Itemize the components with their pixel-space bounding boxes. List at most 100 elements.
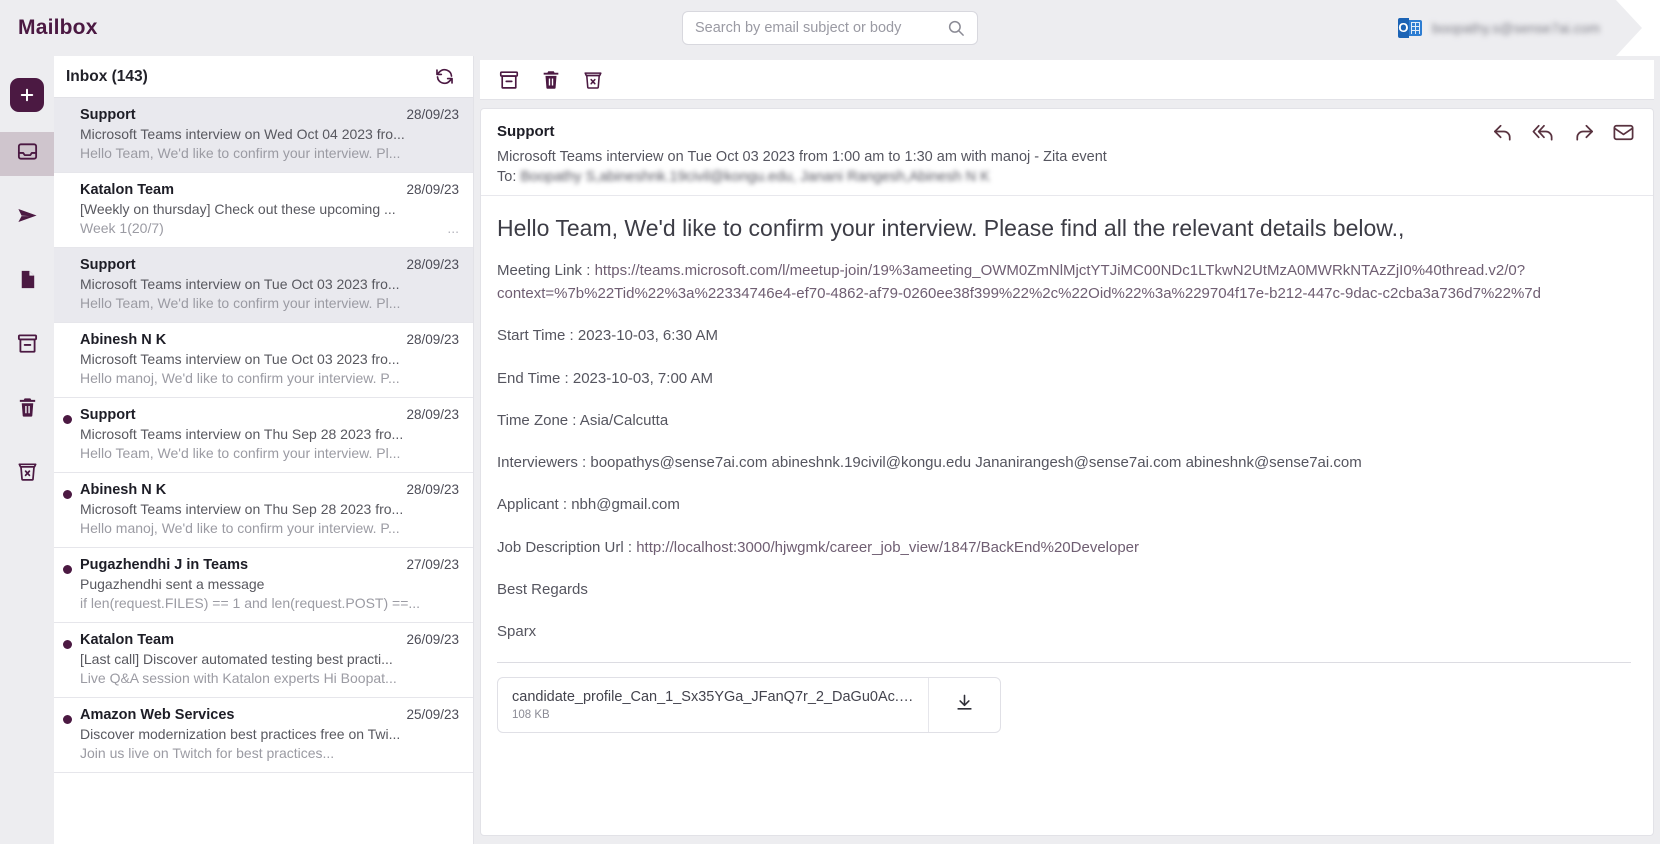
search-input[interactable] (695, 20, 947, 36)
email-subject: Microsoft Teams interview on Tue Oct 03 … (80, 351, 400, 367)
sidebar-item-sent[interactable] (0, 196, 54, 240)
left-rail (0, 56, 54, 844)
email-preview: Hello manoj, We'd like to confirm your i… (80, 520, 459, 536)
sidebar-item-archive[interactable] (0, 324, 54, 368)
reading-card: Support Microsoft Teams interview on Tue… (480, 108, 1654, 836)
reply-all-button[interactable] (1532, 121, 1555, 144)
email-preview: Join us live on Twitch for best practice… (80, 745, 459, 761)
job-url-label: Job Description Url : (497, 538, 633, 556)
email-subject: Discover modernization best practices fr… (80, 726, 401, 742)
job-url[interactable]: http://localhost:3000/hjwgmk/career_job_… (636, 539, 1139, 556)
email-list-item[interactable]: Abinesh N K 28/09/23 Microsoft Teams inter… (54, 473, 473, 548)
junk-icon (16, 460, 39, 488)
unread-indicator (63, 715, 72, 724)
email-list-item[interactable]: Support 28/09/23 Microsoft Teams interview… (54, 248, 473, 323)
download-button[interactable] (928, 678, 1000, 733)
email-sender: Abinesh N K (80, 482, 167, 498)
email-subject: Pugazhendhi sent a message (80, 576, 265, 592)
to-recipients: Boopathy S,abineshnk.19civil@kongu.edu, … (520, 169, 990, 185)
email-date: 28/09/23 (406, 107, 459, 122)
email-list-header: Inbox (143) (54, 56, 473, 98)
to-label: To: (497, 169, 517, 185)
email-date: 28/09/23 (406, 332, 459, 347)
email-list-item[interactable]: Katalon Team 26/09/23 [Last call] Discover… (54, 623, 473, 698)
email-preview-text: Hello Team, We'd like to confirm your in… (80, 295, 401, 311)
email-preview: Hello Team, We'd like to confirm your in… (80, 295, 459, 311)
archive-icon (16, 332, 39, 360)
email-item-top: Amazon Web Services 25/09/23 (80, 707, 459, 723)
meeting-link-url[interactable]: https://teams.microsoft.com/l/meetup-joi… (497, 262, 1541, 302)
start-time: Start Time : 2023-10-03, 6:30 AM (497, 327, 718, 345)
unread-indicator (63, 640, 72, 649)
outlook-icon: O (1397, 17, 1422, 39)
email-preview-text: Hello manoj, We'd like to confirm your i… (80, 520, 400, 536)
email-date: 28/09/23 (406, 257, 459, 272)
email-preview: if len(request.FILES) == 1 and len(reque… (80, 595, 459, 611)
email-list-item[interactable]: Amazon Web Services 25/09/23 Discover mode… (54, 698, 473, 773)
email-preview-text: Hello Team, We'd like to confirm your in… (80, 445, 401, 461)
archive-button[interactable] (498, 69, 520, 91)
mark-unread-button[interactable] (1612, 121, 1635, 144)
search-box[interactable] (682, 11, 978, 45)
email-preview-text: if len(request.FILES) == 1 and len(reque… (80, 595, 421, 611)
applicant: Applicant : nbh@gmail.com (497, 496, 680, 514)
reading-body[interactable]: Hello Team, We'd like to confirm your in… (481, 195, 1653, 835)
email-preview-ellipsis: ... (447, 220, 459, 236)
reading-header: Support Microsoft Teams interview on Tue… (481, 109, 1653, 195)
attachment-filename: candidate_profile_Can_1_Sx35YGa_JFanQ7r_… (512, 689, 914, 706)
sidebar-item-drafts[interactable] (0, 260, 54, 304)
email-sender: Abinesh N K (80, 332, 167, 348)
email-list-item[interactable]: Support 28/09/23 Microsoft Teams interview… (54, 98, 473, 173)
search-icon[interactable] (947, 19, 965, 37)
email-item-top: Abinesh N K 28/09/23 (80, 482, 459, 498)
job-url-paragraph: Job Description Url : http://localhost:3… (497, 536, 1631, 559)
main-body: Inbox (143) Support 28/09/23 Microsoft Tea… (0, 56, 1660, 844)
send-icon (16, 204, 39, 232)
reading-toolbar (480, 60, 1654, 100)
email-subject: [Weekly on thursday] Check out these upc… (80, 201, 396, 217)
forward-button[interactable] (1572, 121, 1595, 144)
interviewers: Interviewers : boopathys@sense7ai.com ab… (497, 454, 1362, 471)
account-area[interactable]: O boopathy.s@sense7ai.com (1397, 0, 1660, 56)
email-subject: [Last call] Discover automated testing b… (80, 651, 393, 667)
email-list-scroll[interactable]: Support 28/09/23 Microsoft Teams interview… (54, 98, 473, 844)
delete-button[interactable] (540, 69, 562, 91)
refresh-icon[interactable] (434, 66, 455, 87)
email-subject: Microsoft Teams interview on Thu Sep 28 … (80, 501, 404, 517)
email-date: 28/09/23 (406, 407, 459, 422)
email-item-top: Support 28/09/23 (80, 107, 459, 123)
email-sender: Pugazhendhi J in Teams (80, 557, 249, 573)
email-item-top: Katalon Team 28/09/23 (80, 182, 459, 198)
sidebar-item-inbox[interactable] (0, 132, 54, 176)
email-list-item[interactable]: Support 28/09/23 Microsoft Teams interview… (54, 398, 473, 473)
sidebar-item-spam[interactable] (0, 452, 54, 496)
reading-subject: Microsoft Teams interview on Tue Oct 03 … (497, 149, 1107, 165)
inbox-title: Inbox (143) (66, 67, 148, 85)
email-sender: Katalon Team (80, 182, 175, 198)
email-subject: Microsoft Teams interview on Wed Oct 04 … (80, 126, 405, 142)
attachment-size: 108 KB (512, 709, 550, 722)
body-heading: Hello Team, We'd like to confirm your in… (497, 215, 1405, 241)
reply-button[interactable] (1492, 121, 1515, 144)
trash-icon (16, 396, 39, 424)
app-brand: Mailbox (18, 16, 98, 39)
email-list-item[interactable]: Pugazhendhi J in Teams 27/09/23 Pugazhendh… (54, 548, 473, 623)
reading-pane: Support Microsoft Teams interview on Tue… (474, 56, 1660, 844)
attachment-meta: candidate_profile_Can_1_Sx35YGa_JFanQ7r_… (498, 689, 928, 721)
email-preview: Week 1(20/7)... (80, 220, 459, 236)
attachment-divider (497, 662, 1631, 664)
account-email: boopathy.s@sense7ai.com (1431, 20, 1600, 36)
email-list-item[interactable]: Katalon Team 28/09/23 [Weekly on thursday]… (54, 173, 473, 248)
reading-sender: Support (497, 123, 555, 140)
email-sender: Katalon Team (80, 632, 175, 648)
download-icon (955, 693, 974, 717)
email-list-item[interactable]: Abinesh N K 28/09/23 Microsoft Teams inter… (54, 323, 473, 398)
compose-button[interactable] (10, 78, 44, 112)
junk-button[interactable] (582, 69, 604, 91)
email-preview: Hello manoj, We'd like to confirm your i… (80, 370, 459, 386)
signature: Sparx (497, 623, 537, 640)
email-item-top: Pugazhendhi J in Teams 27/09/23 (80, 557, 459, 573)
reading-recipients: To: Boopathy S,abineshnk.19civil@kongu.e… (497, 169, 1631, 185)
attachment-card[interactable]: candidate_profile_Can_1_Sx35YGa_JFanQ7r_… (497, 677, 1001, 734)
sidebar-item-trash[interactable] (0, 388, 54, 432)
